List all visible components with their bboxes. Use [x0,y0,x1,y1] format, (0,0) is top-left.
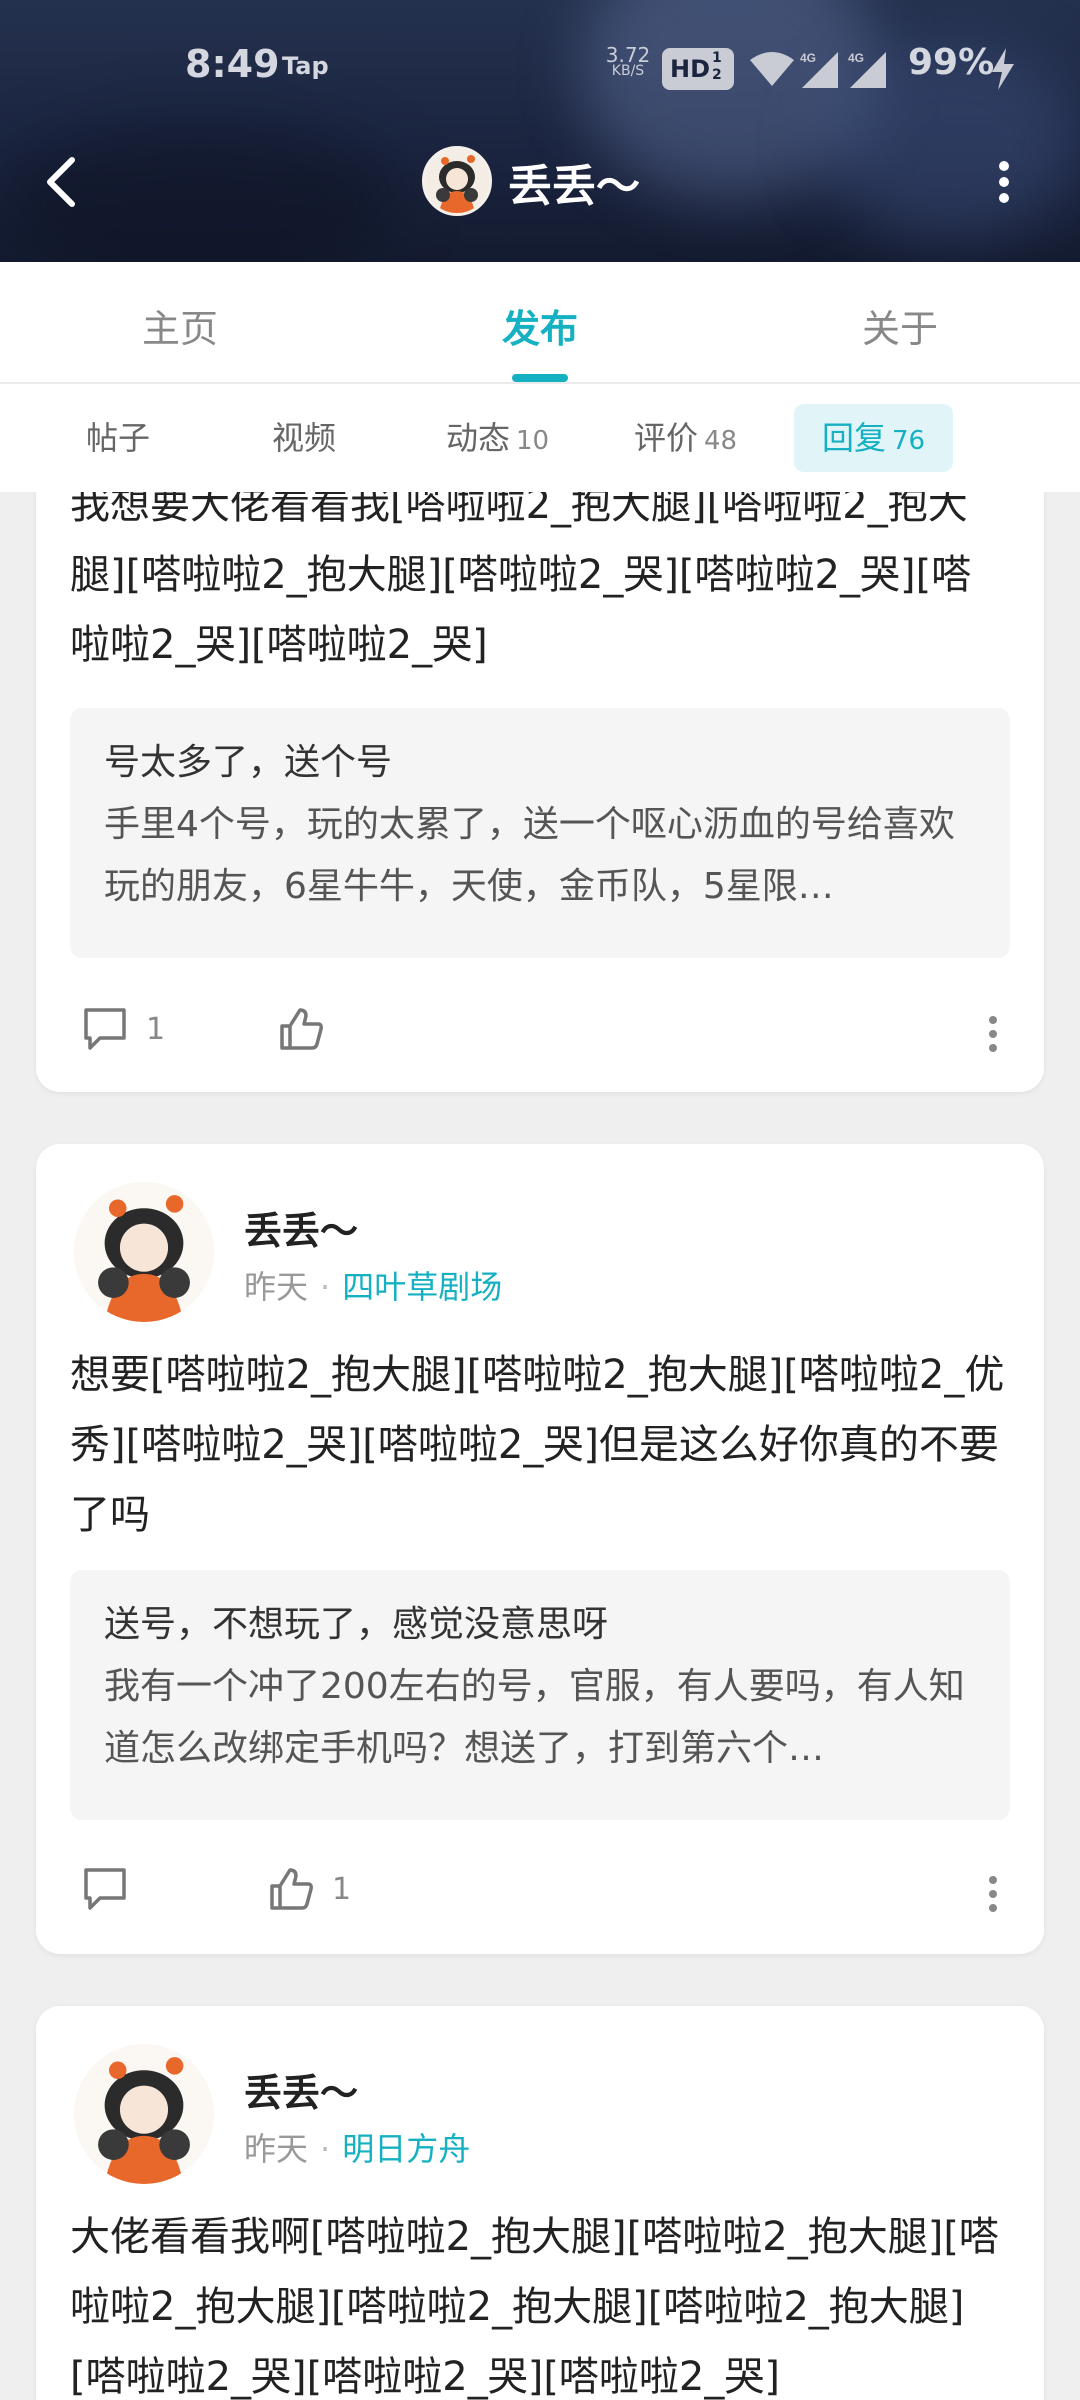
subtab-replies-label: 回复 [822,419,887,457]
subtab-posts[interactable]: 帖子 [58,404,178,472]
hd-frac-bottom: 2 [712,67,722,83]
like-count: 1 [332,1872,352,1907]
tab-about[interactable]: 关于 [800,298,1000,353]
reply-text: 想要[嗒啦啦2_抱大腿][嗒啦啦2_抱大腿][嗒啦啦2_优秀][嗒啦啦2_哭][… [70,1352,1005,1538]
tab-home[interactable]: 主页 [80,298,280,353]
signal-4g-label-1: 4G [800,51,816,65]
wifi-icon [750,52,794,86]
meta-separator: · [320,1268,331,1306]
quoted-post-title: 号太多了，送个号 [104,742,393,783]
more-vertical-icon [989,1016,997,1052]
sub-tabs: 帖子 视频 动态 10 评价 48 回复 76 [0,384,1080,492]
hd-fraction: 1 2 [712,50,722,84]
card-more-button[interactable] [986,1012,1000,1056]
battery-level: 99% [908,42,995,83]
card-more-button[interactable] [986,1872,1000,1916]
avatar-image [425,149,489,213]
like-button[interactable] [266,1864,316,1914]
more-options-button[interactable] [990,150,1018,214]
subtab-reviews[interactable]: 评价 48 [606,404,765,472]
author-meta: 昨天 · 四叶草剧场 [244,1262,502,1308]
status-bar: 8:49 Tap 3.72 KB/S HD 1 2 4G 4G 99% [0,36,1080,100]
hd-label: HD [670,55,711,83]
author-avatar[interactable] [74,2044,214,2184]
author-meta: 昨天 · 明日方舟 [244,2124,470,2170]
avatar-image [74,1182,214,1322]
charging-icon [992,48,1014,90]
forum-link[interactable]: 明日方舟 [342,2130,470,2168]
header-avatar[interactable] [422,146,492,216]
comment-icon [84,1868,126,1910]
quoted-post-excerpt: 我有一个冲了200左右的号，官服，有人要吗，有人知道怎么改绑定手机吗？想送了，打… [104,1666,965,1769]
subtab-reviews-count: 48 [704,426,738,456]
quoted-post-excerpt: 手里4个号，玩的太累了，送一个呕心沥血的号给喜欢玩的朋友，6星牛牛，天使，金币队… [104,804,955,907]
signal-4g-icon-1: 4G [800,51,838,88]
subtab-videos[interactable]: 视频 [244,404,364,472]
back-button[interactable] [36,150,84,214]
card-actions: 1 [70,1858,1010,1928]
card-actions: 1 [70,998,1010,1068]
meta-separator: · [320,2130,331,2168]
post-time: 昨天 [244,1268,309,1306]
comment-icon [84,1008,126,1050]
more-vertical-icon [989,1876,997,1912]
subtab-videos-label: 视频 [272,419,337,457]
subtab-reviews-label: 评价 [634,419,699,457]
network-speed: 3.72 KB/S [600,45,656,78]
app-tag: Tap [282,52,329,80]
reply-text: 我想要大佬看看我[嗒啦啦2_抱大腿][嗒啦啦2_抱大腿][嗒啦啦2_抱大腿][嗒… [70,492,972,668]
post-time: 昨天 [244,2130,309,2168]
quoted-post-title: 送号，不想玩了，感觉没意思呀 [104,1604,609,1645]
chevron-left-icon [47,157,75,207]
quoted-post[interactable]: 送号，不想玩了，感觉没意思呀 我有一个冲了200左右的号，官服，有人要吗，有人知… [70,1570,1010,1820]
reply-feed: 我想要大佬看看我[嗒啦啦2_抱大腿][嗒啦啦2_抱大腿][嗒啦啦2_抱大腿][嗒… [0,492,1080,2400]
reply-card[interactable]: 丢丢〜 昨天 · 四叶草剧场 想要[嗒啦啦2_抱大腿][嗒啦啦2_抱大腿][嗒啦啦2… [36,1144,1044,1954]
app-root: 8:49 Tap 3.72 KB/S HD 1 2 4G 4G 99% 丢丢〜 … [0,0,1080,2400]
signal-4g-label-2: 4G [848,51,864,65]
author-avatar[interactable] [74,1182,214,1322]
more-vertical-icon [999,161,1009,203]
subtab-replies[interactable]: 回复 76 [794,404,954,472]
comment-count: 1 [146,1012,166,1047]
reply-text: 大佬看看我啊[嗒啦啦2_抱大腿][嗒啦啦2_抱大腿][嗒啦啦2_抱大腿][嗒啦啦… [70,2214,999,2400]
profile-name: 丢丢〜 [508,161,640,212]
profile-header: 8:49 Tap 3.72 KB/S HD 1 2 4G 4G 99% 丢丢〜 [0,0,1080,262]
thumbs-up-icon [280,1008,323,1050]
subtab-posts-label: 帖子 [86,419,151,457]
comment-button[interactable] [80,1004,130,1054]
reply-card[interactable]: 丢丢〜 昨天 · 明日方舟 大佬看看我啊[嗒啦啦2_抱大腿][嗒啦啦2_抱大腿][嗒… [36,2006,1044,2400]
avatar-image [74,2044,214,2184]
like-button[interactable] [276,1004,326,1054]
active-tab-indicator [512,374,568,382]
author-name[interactable]: 丢丢〜 [244,1200,358,1255]
hd-voice-icon: HD 1 2 [662,48,734,90]
reply-card[interactable]: 我想要大佬看看我[嗒啦啦2_抱大腿][嗒啦啦2_抱大腿][嗒啦啦2_抱大腿][嗒… [36,492,1044,1092]
tab-published[interactable]: 发布 [440,298,640,353]
subtab-moments-label: 动态 [446,419,511,457]
subtab-moments[interactable]: 动态 10 [418,404,577,472]
author-name[interactable]: 丢丢〜 [244,2062,358,2117]
forum-link[interactable]: 四叶草剧场 [342,1268,502,1306]
comment-button[interactable] [80,1864,130,1914]
main-tabs: 主页 发布 关于 [0,262,1080,384]
subtab-moments-count: 10 [516,426,550,456]
quoted-post[interactable]: 号太多了，送个号 手里4个号，玩的太累了，送一个呕心沥血的号给喜欢玩的朋友，6星… [70,708,1010,958]
thumbs-up-icon [270,1868,313,1910]
hd-frac-top: 1 [712,50,722,66]
signal-4g-icon-2: 4G [848,51,886,88]
subtab-replies-count: 76 [892,426,926,456]
status-time: 8:49 [185,42,280,86]
